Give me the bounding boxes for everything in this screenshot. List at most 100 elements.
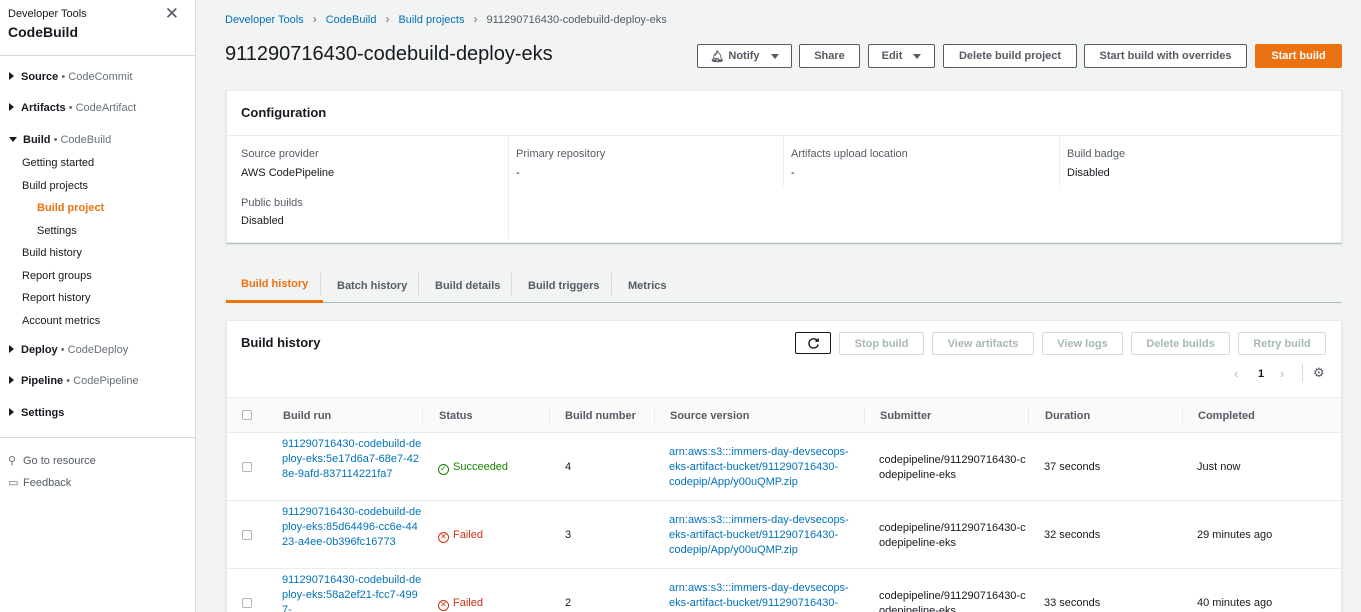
tool-label: Feedback [23,477,72,489]
start-build-button[interactable]: Start build [1255,44,1342,68]
sidebar-header: Developer Tools CodeBuild ✕ [0,0,195,56]
status-text: Failed [453,529,483,541]
sidebar-item-build-project[interactable]: Build project [37,202,104,214]
sidebar-super-title[interactable]: Developer Tools [8,8,187,20]
sidebar-section-deploy[interactable]: Deploy • CodeDeploy [9,344,128,356]
build-run-link[interactable]: 911290716430-codebuild-deploy-eks:5e17d6… [282,437,422,482]
stop-build-button[interactable]: Stop build [839,332,924,355]
submitter: codepipeline/911290716430-codepipeline-e… [879,590,1026,612]
column-completed[interactable]: Completed [1198,410,1255,422]
sidebar-item-getting-started[interactable]: Getting started [22,157,94,169]
tab-batch-history[interactable]: Batch history [337,268,407,303]
sidebar-section-build[interactable]: Build • CodeBuild [9,134,111,146]
view-artifacts-button[interactable]: View artifacts [932,332,1034,355]
delete-build-project-button[interactable]: Delete build project [943,44,1077,68]
section-service: • CodeCommit [61,71,133,83]
status-badge: ✕ Failed [438,596,483,611]
sidebar-section-source[interactable]: Source • CodeCommit [9,71,132,83]
sidebar-section-settings[interactable]: Settings [9,407,64,419]
page-number[interactable]: 1 [1258,368,1264,380]
sidebar-item-report-groups[interactable]: Report groups [22,270,92,282]
column-status[interactable]: Status [439,410,473,422]
artifacts-upload-location-value: - [791,167,795,179]
sidebar-item-settings[interactable]: Settings [37,225,77,237]
section-label: Settings [21,407,65,419]
delete-builds-button[interactable]: Delete builds [1131,332,1230,355]
side-navigation: Developer Tools CodeBuild ✕ Source • Cod… [0,0,196,612]
breadcrumb: Developer Tools › CodeBuild › Build projects… [225,12,667,26]
build-run-link[interactable]: 911290716430-codebuild-deploy-eks:85d644… [282,505,422,550]
chevron-right-icon: › [473,12,478,26]
sidebar-item-build-projects[interactable]: Build projects [22,180,88,192]
public-builds-value: Disabled [241,215,284,227]
submitter: codepipeline/911290716430-codepipeline-e… [879,522,1026,549]
column-divider [1182,406,1183,426]
caret-right-icon [9,103,14,111]
retry-build-button[interactable]: Retry build [1238,332,1326,355]
sidebar-section-pipeline[interactable]: Pipeline • CodePipeline [9,375,139,387]
share-button[interactable]: Share [799,44,860,68]
build-history-card: Build history Stop build View artifacts … [226,320,1342,612]
section-label: Source [21,71,59,83]
row-checkbox[interactable] [242,598,252,608]
tab-build-history[interactable]: Build history [226,268,324,303]
status-text: Succeeded [453,461,509,473]
source-provider-value: AWS CodePipeline [241,167,335,179]
artifacts-upload-location-label: Artifacts upload location [791,148,908,160]
table-row: 911290716430-codebuild-deploy-eks:5e17d6… [227,433,1341,501]
feedback-link[interactable]: ▭ Feedback [8,476,71,489]
select-all-checkbox[interactable] [242,410,252,420]
row-checkbox[interactable] [242,462,252,472]
build-run-link[interactable]: 911290716430-codebuild-deploy-eks:58a2ef… [282,573,422,612]
view-logs-button[interactable]: View logs [1042,332,1123,355]
refresh-button[interactable] [795,332,831,354]
sidebar-item-build-history[interactable]: Build history [22,247,82,259]
source-version-link[interactable]: arn:aws:s3:::immers-day-devsecops-eks-ar… [669,445,859,490]
column-divider [783,136,784,186]
tab-metrics[interactable]: Metrics [628,268,667,303]
caret-right-icon [9,408,14,416]
sidebar-item-account-metrics[interactable]: Account metrics [22,315,100,327]
feedback-icon: ▭ [8,477,19,489]
column-duration[interactable]: Duration [1045,410,1090,422]
edit-button[interactable]: Edit [868,44,935,68]
tab-divider [611,273,612,295]
notify-label: Notify [728,50,760,62]
sidebar-title[interactable]: CodeBuild [8,24,187,40]
caret-right-icon [9,376,14,384]
submitter: codepipeline/911290716430-codepipeline-e… [879,454,1026,481]
section-label: Pipeline [21,375,64,387]
row-checkbox[interactable] [242,530,252,540]
notify-button[interactable]: 🔔︎ Notify [697,44,792,68]
column-divider [654,406,655,426]
start-build-with-overrides-button[interactable]: Start build with overrides [1084,44,1247,68]
chevron-left-icon[interactable]: ‹ [1234,366,1238,381]
x-circle-icon: ✕ [438,532,449,543]
breadcrumb-build-projects[interactable]: Build projects [398,14,464,26]
source-version-link[interactable]: arn:aws:s3:::immers-day-devsecops-eks-ar… [669,581,859,611]
column-submitter[interactable]: Submitter [880,410,931,422]
column-divider [1059,136,1060,186]
breadcrumb-developer-tools[interactable]: Developer Tools [225,14,304,26]
column-build-run[interactable]: Build run [283,410,331,422]
close-icon[interactable]: ✕ [165,5,179,22]
section-service: • CodeArtifact [68,102,137,114]
sidebar-section-artifacts[interactable]: Artifacts • CodeArtifact [9,102,136,114]
tab-build-details[interactable]: Build details [435,268,500,303]
tab-divider [511,273,512,295]
edit-label: Edit [881,50,903,62]
duration: 37 seconds [1044,461,1101,473]
completed: 40 minutes ago [1197,597,1273,609]
chevron-right-icon[interactable]: › [1280,366,1284,381]
tool-label: Go to resource [23,455,96,467]
sidebar-item-report-history[interactable]: Report history [22,292,90,304]
column-build-number[interactable]: Build number [565,410,636,422]
column-divider [549,406,550,426]
section-service: • CodeDeploy [60,344,129,356]
source-version-link[interactable]: arn:aws:s3:::immers-day-devsecops-eks-ar… [669,513,859,558]
gear-icon[interactable]: ⚙ [1313,365,1325,381]
breadcrumb-codebuild[interactable]: CodeBuild [326,14,377,26]
go-to-resource-link[interactable]: ⚲ Go to resource [8,454,96,467]
tab-build-triggers[interactable]: Build triggers [528,268,600,303]
column-source-version[interactable]: Source version [670,410,749,422]
